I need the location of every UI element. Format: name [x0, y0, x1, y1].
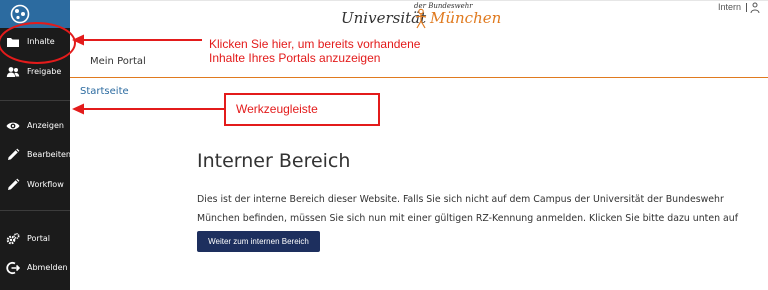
sidebar-item-label: Freigabe — [27, 67, 62, 76]
user-icon[interactable] — [750, 2, 760, 14]
sidebar-divider — [0, 100, 70, 101]
annotation-arrow — [72, 103, 224, 115]
header-rule — [70, 77, 768, 78]
eye-icon — [6, 122, 20, 130]
sidebar-divider — [0, 210, 70, 211]
sidebar-item-label: Workflow — [27, 180, 64, 189]
portal-title: Mein Portal — [90, 56, 146, 67]
intern-link[interactable]: Intern — [718, 2, 741, 12]
header-divider — [70, 0, 768, 1]
sidebar-item-abmelden[interactable]: Abmelden — [0, 254, 70, 282]
sidebar-item-portal[interactable]: Portal — [0, 225, 70, 253]
header-separator — [746, 3, 747, 12]
pencil-icon — [8, 148, 20, 160]
sidebar-item-label: Abmelden — [27, 263, 68, 272]
sidebar-item-label: Anzeigen — [27, 121, 64, 130]
brand-city[interactable]: München — [430, 9, 501, 27]
annotation-content-hint: Klicken Sie hier, um bereits vorhandene … — [209, 37, 420, 65]
gears-icon — [6, 232, 20, 245]
sidebar-item-label: Bearbeiten — [27, 150, 71, 159]
pencil-icon — [8, 178, 20, 190]
sidebar-item-workflow[interactable]: Workflow — [0, 171, 70, 199]
sidebar-item-bearbeiten[interactable]: Bearbeiten — [0, 141, 71, 169]
annotation-arrow — [72, 34, 202, 46]
breadcrumb-home-link[interactable]: Startseite — [80, 86, 129, 97]
page-title: Interner Bereich — [197, 150, 351, 172]
users-icon — [6, 67, 20, 77]
annotation-line: Inhalte Ihres Portals anzuzeigen — [209, 51, 381, 65]
annotation-ellipse — [0, 22, 76, 64]
plone-logo-icon — [10, 4, 30, 24]
continue-button[interactable]: Weiter zum internen Bereich — [197, 231, 320, 252]
brand-figure-icon — [415, 8, 427, 29]
annotation-line: Klicken Sie hier, um bereits vorhandene — [209, 37, 421, 51]
logout-icon — [6, 261, 20, 275]
sidebar-item-label: Portal — [27, 234, 50, 243]
page: Inhalte Freigabe Anzeigen Bearbeiten Wor… — [0, 0, 768, 290]
sidebar-item-anzeigen[interactable]: Anzeigen — [0, 112, 70, 140]
annotation-toolbar-label: Werkzeugleiste — [236, 102, 318, 116]
